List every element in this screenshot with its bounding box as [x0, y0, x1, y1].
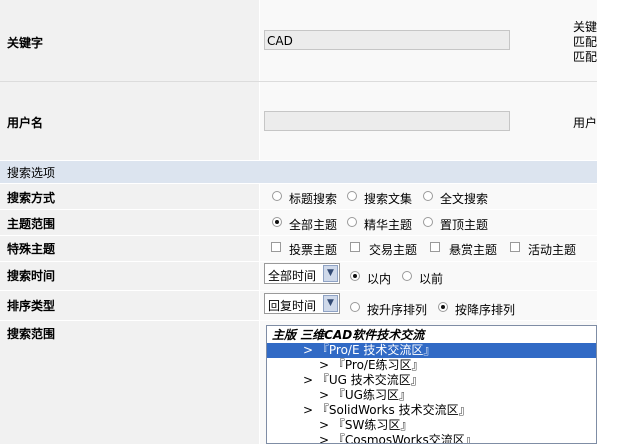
- radio-anthology-search[interactable]: [347, 191, 357, 201]
- option-fulltext-search[interactable]: 全文搜索: [440, 190, 488, 207]
- search-time-row: 搜索时间 全部时间 ▼ 以内 以前: [0, 262, 597, 290]
- search-mode-label: 搜索方式: [7, 191, 56, 205]
- sort-type-label: 排序类型: [7, 299, 56, 313]
- list-item[interactable]: > 『SW练习区』: [267, 418, 596, 433]
- search-options-header: 搜索选项: [0, 161, 597, 183]
- section-title: 搜索选项: [7, 166, 56, 180]
- radio-all-topics[interactable]: [272, 217, 282, 227]
- option-before[interactable]: 以前: [419, 270, 443, 287]
- list-item[interactable]: > 『CosmosWorks交流区』: [267, 433, 596, 443]
- radio-before[interactable]: [402, 271, 412, 281]
- chevron-down-icon[interactable]: ▼: [323, 295, 338, 312]
- topic-range-label: 主题范围: [7, 217, 56, 231]
- username-hint: 用户: [573, 116, 598, 130]
- radio-digest-topics[interactable]: [347, 217, 357, 227]
- search-mode-row: 搜索方式 标题搜索 搜索文集 全文搜索: [0, 184, 597, 209]
- option-all-topics[interactable]: 全部主题: [289, 216, 337, 233]
- radio-fulltext-search[interactable]: [423, 191, 433, 201]
- option-anthology-search[interactable]: 搜索文集: [364, 190, 412, 207]
- sort-type-select-value: 回复时间: [268, 299, 317, 313]
- option-digest-topics[interactable]: 精华主题: [364, 216, 412, 233]
- option-reward-topic[interactable]: 悬赏主题: [449, 241, 497, 258]
- checkbox-poll-topic[interactable]: [271, 242, 281, 252]
- forum-scope-list[interactable]: 主版 三维CAD软件技术交流 > 『Pro/E 技术交流区』 > 『Pro/E练…: [266, 325, 597, 444]
- username-row: 用户名 用户: [0, 82, 597, 160]
- option-within[interactable]: 以内: [367, 270, 391, 287]
- radio-ascending[interactable]: [350, 302, 360, 312]
- option-sticky-topics[interactable]: 置顶主题: [440, 216, 488, 233]
- sort-type-select[interactable]: 回复时间 ▼: [264, 293, 340, 314]
- option-activity-topic[interactable]: 活动主题: [528, 241, 576, 258]
- search-scope-label: 搜索范围: [7, 327, 56, 341]
- radio-title-search[interactable]: [272, 191, 282, 201]
- username-input[interactable]: [264, 111, 510, 131]
- search-time-select-value: 全部时间: [268, 269, 317, 283]
- option-title-search[interactable]: 标题搜索: [289, 190, 337, 207]
- list-item[interactable]: 主版 三维CAD软件技术交流: [267, 328, 596, 343]
- keyword-input[interactable]: CAD: [264, 30, 510, 50]
- search-time-label: 搜索时间: [7, 269, 56, 283]
- username-label: 用户名: [7, 116, 44, 130]
- option-poll-topic[interactable]: 投票主题: [289, 241, 337, 258]
- option-ascending[interactable]: 按升序排列: [367, 301, 427, 318]
- radio-descending[interactable]: [438, 302, 448, 312]
- checkbox-activity-topic[interactable]: [510, 242, 520, 252]
- option-descending[interactable]: 按降序排列: [455, 301, 515, 318]
- special-topic-row: 特殊主题 投票主题 交易主题 悬赏主题 活动主题: [0, 236, 597, 261]
- chevron-down-icon[interactable]: ▼: [323, 265, 338, 282]
- radio-sticky-topics[interactable]: [423, 217, 433, 227]
- list-item[interactable]: > 『SolidWorks 技术交流区』: [267, 403, 596, 418]
- checkbox-trade-topic[interactable]: [350, 242, 360, 252]
- search-time-select[interactable]: 全部时间 ▼: [264, 263, 340, 284]
- special-topic-label: 特殊主题: [7, 242, 56, 256]
- list-item[interactable]: > 『Pro/E 技术交流区』: [267, 343, 596, 358]
- list-item[interactable]: > 『UG 技术交流区』: [267, 373, 596, 388]
- list-item[interactable]: > 『UG练习区』: [267, 388, 596, 403]
- keyword-label: 关键字: [7, 36, 44, 50]
- keyword-hint-3: 匹配: [573, 50, 598, 64]
- sort-type-row: 排序类型 回复时间 ▼ 按升序排列 按降序排列: [0, 291, 597, 320]
- list-item[interactable]: > 『Pro/E练习区』: [267, 358, 596, 373]
- option-trade-topic[interactable]: 交易主题: [369, 241, 417, 258]
- radio-within[interactable]: [350, 271, 360, 281]
- topic-range-row: 主题范围 全部主题 精华主题 置顶主题: [0, 210, 597, 235]
- checkbox-reward-topic[interactable]: [430, 242, 440, 252]
- keyword-row: 关键字 CAD 关键 匹配 匹配: [0, 0, 597, 81]
